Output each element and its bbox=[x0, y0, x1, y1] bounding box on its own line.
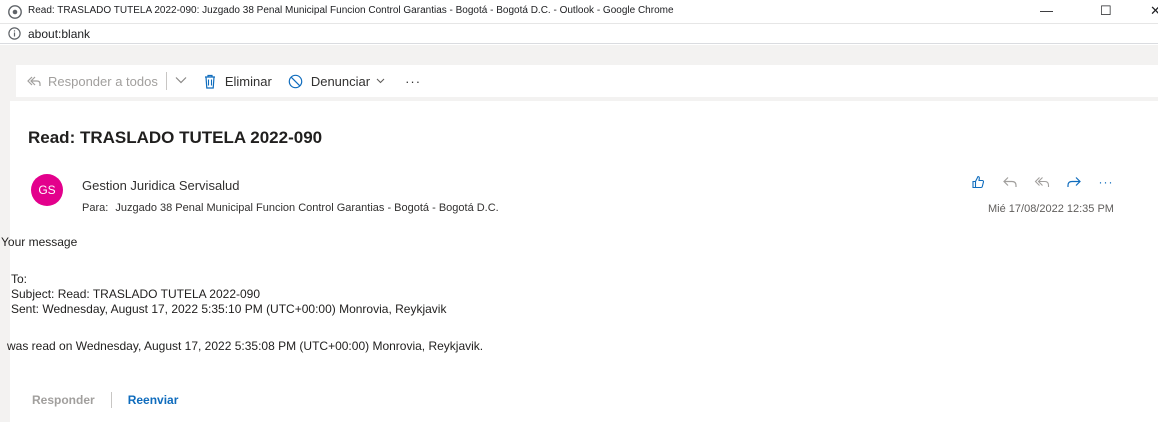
reply-button[interactable] bbox=[1002, 174, 1018, 190]
command-bar: Responder a todos Eliminar Denunciar ··· bbox=[16, 65, 1158, 97]
address-bar[interactable]: about:blank bbox=[0, 24, 1158, 44]
avatar[interactable]: GS bbox=[31, 174, 63, 206]
body-subject-line: Subject: Read: TRASLADO TUTELA 2022-090 bbox=[11, 287, 261, 301]
close-button[interactable]: ✕ bbox=[1150, 3, 1158, 19]
reply-all-action-button[interactable] bbox=[1034, 174, 1050, 190]
report-button[interactable]: Denunciar bbox=[288, 65, 385, 97]
body-intro: Your message bbox=[1, 235, 78, 249]
window-title: Read: TRASLADO TUTELA 2022-090: Juzgado … bbox=[28, 5, 674, 16]
body-read-line: was read on Wednesday, August 17, 2022 5… bbox=[7, 339, 484, 353]
sender-name[interactable]: Gestion Juridica Servisalud bbox=[82, 178, 240, 193]
forward-icon bbox=[1067, 177, 1081, 187]
message-date: Mié 17/08/2022 12:35 PM bbox=[988, 203, 1114, 215]
chevron-down-icon bbox=[376, 76, 385, 87]
recipient-name[interactable]: Juzgado 38 Penal Municipal Funcion Contr… bbox=[115, 202, 498, 214]
reply-options-chevron[interactable] bbox=[175, 75, 187, 87]
chrome-icon bbox=[8, 5, 22, 19]
minimize-button[interactable]: — bbox=[1040, 3, 1053, 18]
body-sent-line: Sent: Wednesday, August 17, 2022 5:35:10… bbox=[11, 302, 447, 316]
avatar-initials: GS bbox=[38, 183, 56, 197]
reply-link[interactable]: Responder bbox=[32, 393, 95, 407]
trash-icon bbox=[204, 74, 215, 89]
browser-title-bar: Read: TRASLADO TUTELA 2022-090: Juzgado … bbox=[0, 0, 1158, 24]
reply-all-label: Responder a todos bbox=[48, 73, 158, 89]
report-label: Denunciar bbox=[310, 73, 371, 89]
more-icon[interactable]: ··· bbox=[1098, 174, 1114, 190]
reply-icon bbox=[1003, 177, 1017, 187]
link-divider bbox=[110, 392, 112, 408]
url-text[interactable]: about:blank bbox=[28, 27, 90, 41]
chevron-down-icon bbox=[175, 77, 187, 84]
like-icon bbox=[972, 175, 985, 189]
block-icon bbox=[288, 74, 303, 88]
recipient-line: Para: Juzgado 38 Penal Municipal Funcion… bbox=[82, 202, 499, 214]
reading-pane: Read: TRASLADO TUTELA 2022-090 GS Gestio… bbox=[0, 101, 1158, 422]
quick-reply-links: Responder Reenviar bbox=[32, 392, 178, 408]
reply-all-icon bbox=[1034, 177, 1050, 187]
maximize-button[interactable]: ☐ bbox=[1100, 3, 1112, 19]
like-button[interactable] bbox=[970, 174, 986, 190]
forward-link[interactable]: Reenviar bbox=[128, 393, 179, 407]
info-icon[interactable] bbox=[8, 27, 21, 40]
more-actions-button[interactable]: ··· bbox=[405, 65, 421, 97]
delete-label: Eliminar bbox=[224, 73, 272, 89]
command-bar-area: Responder a todos Eliminar Denunciar ··· bbox=[0, 45, 1158, 101]
reply-all-icon bbox=[27, 76, 41, 86]
message-actions: ··· bbox=[970, 174, 1114, 190]
body-to-line: To: bbox=[11, 272, 28, 286]
toolbar-divider bbox=[165, 72, 167, 90]
delete-button[interactable]: Eliminar bbox=[203, 65, 272, 97]
reply-all-button[interactable]: Responder a todos bbox=[16, 65, 158, 97]
to-label: Para: bbox=[82, 202, 109, 214]
message-subject: Read: TRASLADO TUTELA 2022-090 bbox=[28, 128, 323, 147]
forward-button[interactable] bbox=[1066, 174, 1082, 190]
